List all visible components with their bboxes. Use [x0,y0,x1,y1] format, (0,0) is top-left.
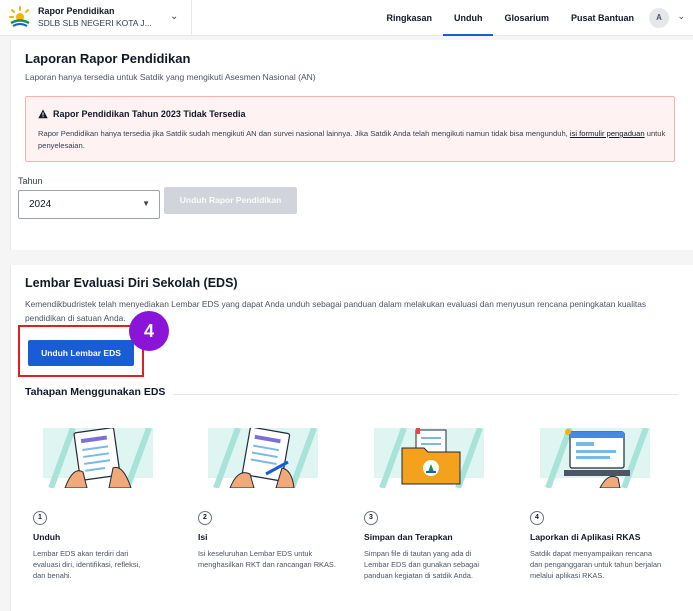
school-name: SDLB SLB NEGERI KOTA J... [38,18,152,28]
download-illustration-icon [43,426,153,490]
year-select[interactable]: 2024 ▼ [18,190,160,219]
nav-pusat-bantuan[interactable]: Pusat Bantuan [560,0,645,36]
rapor-logo-icon [9,6,30,27]
drive-folder-illustration-icon [374,426,484,490]
alert-body: Rapor Pendidikan hanya tersedia jika Sat… [38,129,666,150]
section-description: Kemendikbudristek telah menyediakan Lemb… [25,299,647,323]
section-title: Lembar Evaluasi Diri Sekolah (EDS) [25,276,238,290]
step-card: 2 Isi Isi keseluruhan Lembar EDS untuk m… [198,426,348,570]
top-navbar: Rapor Pendidikan SDLB SLB NEGERI KOTA J.… [0,0,693,36]
chevron-down-icon[interactable]: ⌄ [170,11,178,22]
step-card: 1 Unduh Lembar EDS akan terdiri dari eva… [33,426,183,581]
step-description: Simpan file di tautan yang ada di Lembar… [364,549,480,580]
step-badge: 4 [129,311,169,351]
section-subtitle: Laporan hanya tersedia untuk Satdik yang… [25,72,316,82]
step-number: 2 [198,511,212,525]
section-title: Laporan Rapor Pendidikan [25,51,191,66]
step-description: Isi keseluruhan Lembar EDS untuk menghas… [198,549,336,569]
step-title: Simpan dan Terapkan [364,532,453,542]
step-title: Laporkan di Aplikasi RKAS [530,532,641,542]
step-title: Unduh [33,532,61,542]
app-title: Rapor Pendidikan [38,6,115,16]
step-description: Lembar EDS akan terdiri dari evaluasi di… [33,549,141,580]
nav-unduh[interactable]: Unduh [442,0,494,36]
step-number: 1 [33,511,47,525]
step-card: 4 Laporkan di Aplikasi RKAS Satdik dapat… [530,426,680,581]
fill-form-illustration-icon [208,426,318,490]
complaint-form-link[interactable]: isi formulir pengaduan [570,129,645,138]
alert-title: Rapor Pendidikan Tahun 2023 Tidak Tersed… [53,109,246,119]
divider [191,0,192,36]
eds-card: Lembar Evaluasi Diri Sekolah (EDS) Kemen… [10,265,693,611]
highlight-box: Unduh Lembar EDS [18,325,144,377]
report-app-illustration-icon [540,426,650,490]
step-title: Isi [198,532,208,542]
step-card: 3 Simpan dan Terapkan Simpan file di tau… [364,426,514,581]
download-rapor-button[interactable]: Unduh Rapor Pendidikan [164,187,297,214]
year-label: Tahun [18,176,43,186]
nav-glosarium[interactable]: Glosarium [493,0,560,36]
nav-ringkasan[interactable]: Ringkasan [375,0,443,36]
avatar[interactable]: A [649,8,669,28]
step-number: 3 [364,511,378,525]
year-value: 2024 [29,199,52,210]
main-nav: Ringkasan Unduh Glosarium Pusat Bantuan [375,0,645,36]
warning-icon [38,109,48,119]
chevron-down-icon[interactable]: ⌄ [677,11,685,22]
unavailable-alert: Rapor Pendidikan Tahun 2023 Tidak Tersed… [25,96,675,162]
download-eds-button[interactable]: Unduh Lembar EDS [28,340,134,366]
step-number: 4 [530,511,544,525]
caret-down-icon: ▼ [142,199,150,208]
steps-title: Tahapan Menggunakan EDS [25,386,166,398]
school-selector[interactable]: Rapor Pendidikan SDLB SLB NEGERI KOTA J.… [8,5,152,29]
step-description: Satdik dapat menyampaikan rencana dan pe… [530,549,662,580]
divider [173,394,678,395]
